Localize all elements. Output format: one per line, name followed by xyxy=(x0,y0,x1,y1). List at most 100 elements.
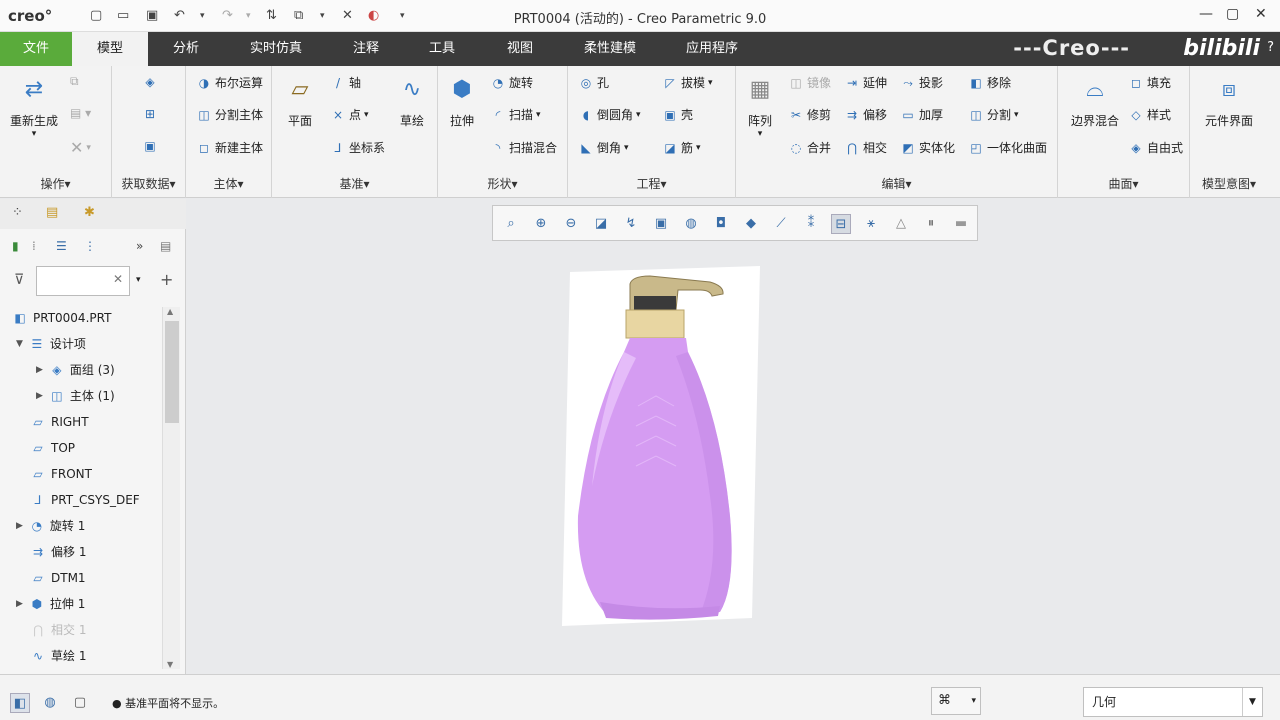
freestyle-button[interactable]: ◈ 自由式 xyxy=(1128,139,1183,156)
model-tree-tab-icon[interactable]: ⁘ xyxy=(12,205,23,220)
scroll-down-icon[interactable]: ▼ xyxy=(167,660,173,669)
tab-view[interactable]: 视图 xyxy=(492,32,548,66)
appearance-gallery-icon[interactable]: △ xyxy=(891,214,911,234)
favorites-tab-icon[interactable]: ✱ xyxy=(84,205,95,220)
tree-item[interactable]: ▱ DTM1 xyxy=(30,565,85,591)
tree-item[interactable]: ▶ ◔ 旋转 1 xyxy=(16,513,85,539)
hole-button[interactable]: ◎ 孔 xyxy=(578,74,609,91)
refit-icon[interactable]: ⌕ xyxy=(501,214,521,234)
add-filter-icon[interactable]: + xyxy=(160,270,173,289)
sketch-button[interactable]: ∿ 草绘 xyxy=(392,74,432,129)
group-label-model-intent[interactable]: 模型意图▾ xyxy=(1190,175,1268,192)
clear-icon[interactable]: ✕ xyxy=(113,272,123,286)
expand-icon[interactable]: ▶ xyxy=(16,591,23,617)
find-button[interactable]: ⌘ ▾ xyxy=(931,687,981,715)
tab-model[interactable]: 模型 xyxy=(72,32,148,66)
tree-item[interactable]: ▱ TOP xyxy=(30,435,75,461)
intersect-button[interactable]: ⋂ 相交 xyxy=(844,139,887,156)
style-button[interactable]: ◇ 样式 xyxy=(1128,106,1171,123)
annotation-display-icon[interactable]: ⊟ xyxy=(831,214,851,234)
shrinkwrap-icon[interactable]: ▣ xyxy=(142,138,158,154)
scrollbar-thumb[interactable] xyxy=(165,321,179,423)
close-icon[interactable]: ✕ xyxy=(1255,6,1267,22)
tree-item[interactable]: ⋂ 相交 1 xyxy=(30,617,86,643)
group-label-operations[interactable]: 操作▾ xyxy=(0,175,111,192)
chamfer-button[interactable]: ◣ 倒角 ▾ xyxy=(578,139,628,156)
tree-item[interactable]: ◧ PRT0004.PRT xyxy=(12,305,111,331)
display-style-icon[interactable]: ◆ xyxy=(741,214,761,234)
scroll-up-icon[interactable]: ▲ xyxy=(167,307,173,316)
tree-item[interactable]: ▶ ⬢ 拉伸 1 xyxy=(16,591,85,617)
tree-item[interactable]: ∿ 草绘 1 xyxy=(30,643,86,669)
project-button[interactable]: ⤳ 投影 xyxy=(900,74,943,91)
spin-center-icon[interactable]: ⚹ xyxy=(861,214,881,234)
solidify-button[interactable]: ◩ 实体化 xyxy=(900,139,955,156)
tab-applications[interactable]: 应用程序 xyxy=(674,32,750,66)
boundary-blend-button[interactable]: ⌓ 边界混合 xyxy=(1064,74,1126,129)
boolean-button[interactable]: ◑ 布尔运算 xyxy=(196,74,263,91)
bottle-model[interactable] xyxy=(560,266,762,628)
split-button[interactable]: ◫ 分割 ▾ xyxy=(968,106,1018,123)
merge-button[interactable]: ◌ 合并 xyxy=(788,139,831,156)
group-label-shapes[interactable]: 形状▾ xyxy=(438,175,567,192)
pause-icon[interactable]: ⏸ xyxy=(921,214,941,234)
tab-file[interactable]: 文件 xyxy=(0,32,72,66)
group-label-surfaces[interactable]: 曲面▾ xyxy=(1058,175,1189,192)
group-label-get-data[interactable]: 获取数据▾ xyxy=(112,175,185,192)
help-icon[interactable]: ? xyxy=(1267,40,1274,55)
tree-item[interactable]: ⇉ 偏移 1 xyxy=(30,539,86,565)
show-icon[interactable]: ▮ xyxy=(12,239,19,253)
expand-icon[interactable]: ▶ xyxy=(36,357,43,383)
zoom-out-icon[interactable]: ⊖ xyxy=(561,214,581,234)
extend-button[interactable]: ⇥ 延伸 xyxy=(844,74,887,91)
navigator-toggle-icon[interactable]: ◧ xyxy=(10,693,30,713)
tree-item[interactable]: ▶ ◈ 面组 (3) xyxy=(36,357,115,383)
offset-button[interactable]: ⇉ 偏移 xyxy=(844,106,887,123)
fill-button[interactable]: ◻ 填充 xyxy=(1128,74,1171,91)
tree-settings-icon[interactable]: ☰ xyxy=(56,239,67,253)
perspective-icon[interactable]: ◘ xyxy=(711,214,731,234)
paste-icon[interactable]: ▤ ▾ xyxy=(70,106,91,120)
section-icon[interactable]: ⟋ xyxy=(771,214,791,234)
group-label-editing[interactable]: 编辑▾ xyxy=(736,175,1057,192)
new-body-button[interactable]: ◻ 新建主体 xyxy=(196,139,263,156)
group-label-datum[interactable]: 基准▾ xyxy=(272,175,437,192)
sweep-button[interactable]: ◜ 扫描 ▾ xyxy=(490,106,541,123)
more-icon[interactable]: » xyxy=(136,239,143,253)
tab-analysis[interactable]: 分析 xyxy=(158,32,214,66)
pattern-button[interactable]: ▦ 阵列 ▾ xyxy=(742,74,778,139)
user-defined-feature-icon[interactable]: ◈ xyxy=(142,74,158,90)
tab-flexible-modeling[interactable]: 柔性建模 xyxy=(572,32,648,66)
remove-button[interactable]: ◧ 移除 xyxy=(968,74,1011,91)
thicken-button[interactable]: ▭ 加厚 xyxy=(900,106,943,123)
tree-item[interactable]: ▼ ☰ 设计项 xyxy=(16,331,86,357)
display-mode-icon[interactable]: ▬ xyxy=(951,214,971,234)
tree-item[interactable]: ▶ ◫ 主体 (1) xyxy=(36,383,115,409)
folder-browser-tab-icon[interactable]: ▤ xyxy=(46,205,58,220)
search-input[interactable]: ✕ xyxy=(36,266,130,296)
fullscreen-icon[interactable]: ▢ xyxy=(70,693,90,713)
draft-button[interactable]: ◸ 拔模 ▾ xyxy=(662,74,712,91)
rib-button[interactable]: ◪ 筋 ▾ xyxy=(662,139,700,156)
swept-blend-button[interactable]: ◝ 扫描混合 xyxy=(490,139,557,156)
tree-item[interactable]: ⅃ PRT_CSYS_DEF xyxy=(30,487,140,513)
view-manager-icon[interactable]: ◍ xyxy=(681,214,701,234)
expand-icon[interactable]: ▶ xyxy=(16,513,23,539)
minimize-icon[interactable]: — xyxy=(1199,6,1213,22)
copy-geometry-icon[interactable]: ⊞ xyxy=(142,106,158,122)
tab-annotate[interactable]: 注释 xyxy=(338,32,394,66)
tree-columns-icon[interactable]: ⋮ xyxy=(84,239,96,253)
filter-dropdown-icon[interactable]: ▾ xyxy=(136,275,141,285)
csys-button[interactable]: ⅃ 坐标系 xyxy=(330,139,385,156)
tab-live-simulation[interactable]: 实时仿真 xyxy=(238,32,314,66)
revolve-button[interactable]: ◔ 旋转 xyxy=(490,74,533,91)
tab-tools[interactable]: 工具 xyxy=(414,32,470,66)
tree-item[interactable]: ▱ FRONT xyxy=(30,461,92,487)
component-interface-button[interactable]: ⧈ 元件界面 xyxy=(1196,74,1262,129)
repaint-icon[interactable]: ◪ xyxy=(591,214,611,234)
plane-button[interactable]: ▱ 平面 xyxy=(280,74,320,129)
group-label-body[interactable]: 主体▾ xyxy=(186,175,271,192)
browser-toggle-icon[interactable]: ◍ xyxy=(40,693,60,713)
tree-scrollbar[interactable]: ▲ ▼ xyxy=(162,307,180,669)
round-button[interactable]: ◖ 倒圆角 ▾ xyxy=(578,106,641,123)
